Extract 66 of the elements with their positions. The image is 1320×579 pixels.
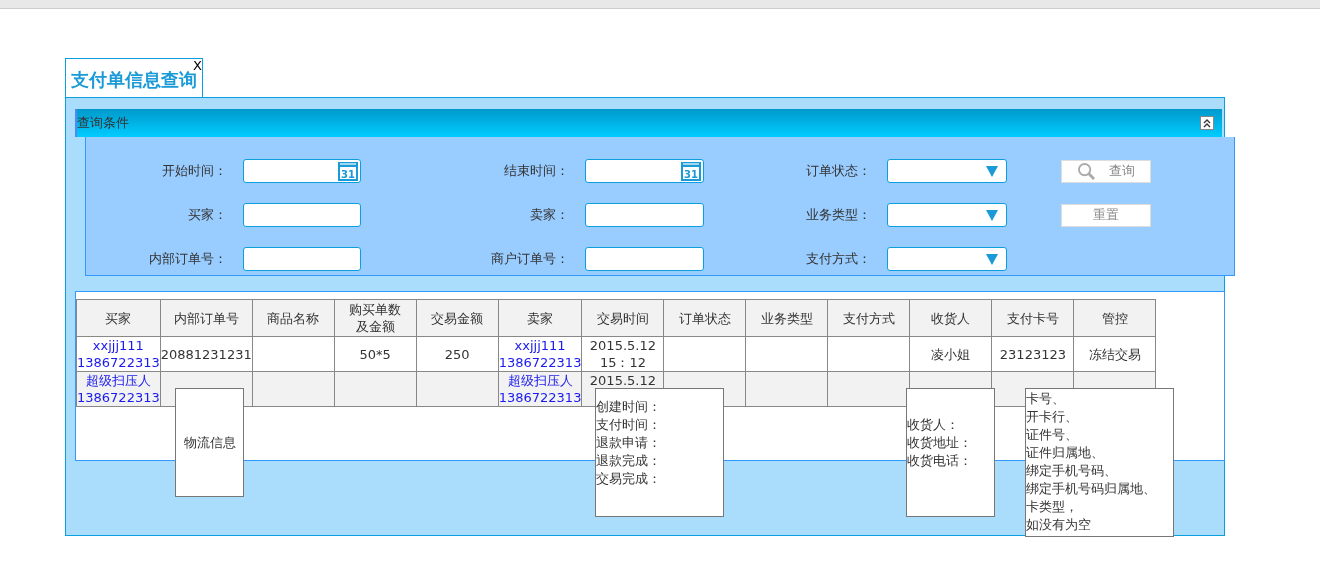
table-cell[interactable]: xxjjj111 1386722313 bbox=[498, 336, 582, 372]
column-header: 购买单数及金额 bbox=[348, 301, 402, 335]
dropdown-arrow-icon bbox=[986, 253, 998, 265]
popup-text: 收货人： bbox=[907, 415, 960, 434]
column-header: 收货人 bbox=[931, 310, 971, 326]
column-header: 内部订单号 bbox=[173, 310, 239, 326]
column-header: 订单状态 bbox=[678, 310, 731, 326]
column-header: 交易金额 bbox=[431, 310, 484, 326]
table-cell[interactable]: xxjjj111 1386722313 bbox=[76, 336, 161, 372]
popup-text: 卡类型， bbox=[1026, 498, 1079, 516]
column-header: 业务类型 bbox=[760, 310, 813, 326]
popup-text: 绑定手机号码、 bbox=[1026, 462, 1118, 480]
close-button[interactable]: X bbox=[193, 59, 202, 72]
field-label: 支付方式： bbox=[805, 250, 872, 268]
search-icon bbox=[1077, 162, 1095, 180]
field-label: 业务类型： bbox=[805, 206, 872, 224]
popup-text: 开卡行、 bbox=[1026, 408, 1079, 426]
table-cell: 50*5 bbox=[334, 336, 417, 372]
table-cell: 23123123 bbox=[991, 336, 1074, 372]
dropdown-arrow-icon bbox=[986, 209, 998, 221]
popup-text: 卡号、 bbox=[1026, 390, 1066, 408]
popup-text: 退款完成： bbox=[596, 451, 662, 470]
popup-text: 交易完成： bbox=[596, 469, 662, 488]
field-label: 买家： bbox=[187, 206, 228, 224]
field-label: 结束时间： bbox=[503, 162, 570, 180]
table-cell[interactable]: 超级扫压人 1386722313 bbox=[76, 371, 161, 407]
field-label: 商户订单号： bbox=[490, 250, 570, 268]
popup-text: 收货地址： bbox=[907, 433, 973, 452]
input-field[interactable] bbox=[585, 247, 704, 271]
page-tab[interactable]: 支付单信息查询 X bbox=[65, 58, 203, 97]
field-label: 卖家： bbox=[529, 206, 570, 224]
column-header: 卖家 bbox=[527, 310, 554, 326]
popup-text: 退款申请： bbox=[596, 433, 662, 452]
popup-text: 证件归属地、 bbox=[1026, 444, 1105, 462]
reset-button[interactable]: 重置 bbox=[1061, 203, 1151, 227]
query-title: 查询条件 bbox=[77, 114, 129, 132]
column-header: 支付方式 bbox=[842, 310, 895, 326]
table-cell[interactable]: 超级扫压人 1386722313 bbox=[498, 371, 582, 407]
table-cell: 凌小姐 bbox=[909, 336, 992, 372]
popup-text: 支付时间： bbox=[596, 415, 662, 434]
input-field[interactable] bbox=[585, 203, 704, 227]
input-field[interactable] bbox=[243, 203, 361, 227]
column-header: 交易时间 bbox=[596, 310, 649, 326]
popup-text: 收货电话： bbox=[907, 451, 973, 470]
table-cell: 2015.5.12 15：12 bbox=[581, 336, 664, 372]
table-cell: 冻结交易 bbox=[1073, 336, 1156, 372]
select-field[interactable] bbox=[887, 159, 1007, 183]
table-cell: 20881231231 bbox=[160, 336, 253, 372]
column-header: 买家 bbox=[105, 310, 132, 326]
select-field[interactable] bbox=[887, 203, 1007, 227]
input-field[interactable] bbox=[243, 247, 361, 271]
column-header: 支付卡号 bbox=[1006, 310, 1059, 326]
field-label: 订单状态： bbox=[805, 162, 872, 180]
field-label: 内部订单号： bbox=[148, 250, 228, 268]
popup-text: 如没有为空 bbox=[1026, 516, 1092, 534]
column-header: 商品名称 bbox=[267, 310, 320, 326]
collapse-button[interactable] bbox=[1200, 116, 1214, 130]
column-header: 管控 bbox=[1101, 310, 1128, 326]
select-field[interactable] bbox=[887, 247, 1007, 271]
popup-text: 证件号、 bbox=[1026, 426, 1079, 444]
dropdown-arrow-icon bbox=[986, 165, 998, 177]
field-label: 开始时间： bbox=[161, 162, 228, 180]
popup-text: 绑定手机号码归属地、 bbox=[1026, 480, 1157, 498]
table-cell: 250 bbox=[416, 336, 499, 372]
search-button[interactable]: 查询 bbox=[1061, 159, 1151, 183]
popup-text: 物流信息 bbox=[183, 433, 236, 452]
